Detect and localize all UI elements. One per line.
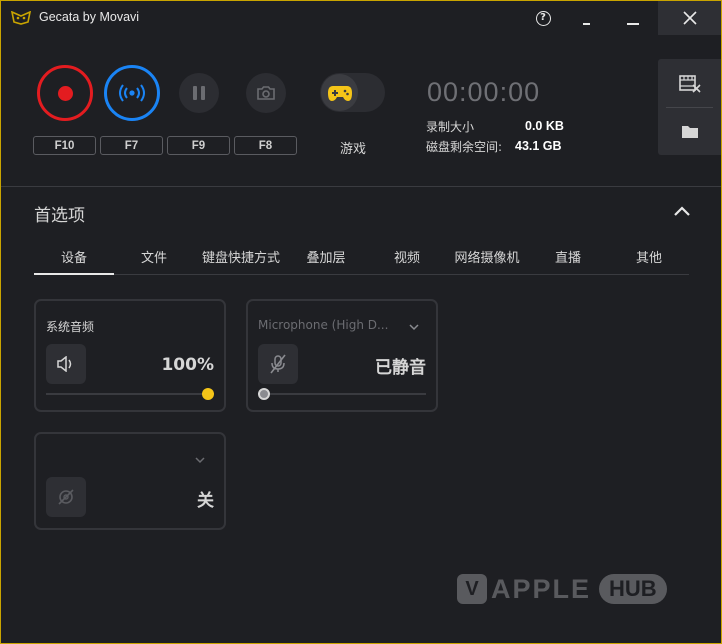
speaker-icon (57, 356, 72, 372)
screenshot-hotkey: F8 (234, 136, 297, 155)
game-mode-knob (321, 74, 358, 111)
record-button[interactable] (37, 65, 93, 121)
side-panel (658, 59, 721, 155)
preferences-title: 首选项 (34, 206, 85, 226)
pause-hotkey: F9 (167, 136, 230, 155)
stream-hotkey: F7 (100, 136, 163, 155)
help-circle-icon: ? (535, 10, 551, 26)
webcam-toggle-button[interactable] (46, 477, 86, 517)
tab-devices[interactable]: 设备 (34, 247, 114, 266)
stream-button[interactable] (104, 65, 160, 121)
applehub-watermark: V APPLE HUB (457, 572, 667, 606)
app-window: Gecata by Movavi ? F10 F7 F9 F8 游戏 00:00… (0, 0, 722, 644)
microphone-device-select[interactable]: Microphone (High D... (258, 318, 388, 332)
game-mode-toggle[interactable] (320, 73, 385, 112)
pause-button[interactable] (179, 73, 219, 113)
system-audio-volume: 100% (161, 355, 214, 375)
microphone-mute-button[interactable] (258, 344, 298, 384)
screenshot-button[interactable] (246, 73, 286, 113)
system-audio-label: 系统音频 (46, 320, 95, 334)
chevron-up-icon[interactable] (672, 203, 692, 219)
record-hotkey: F10 (33, 136, 96, 155)
gecata-logo-icon (11, 11, 31, 25)
active-tab-indicator (34, 273, 114, 275)
brand-mark: V (457, 574, 487, 604)
tab-overlay[interactable]: 叠加层 (286, 247, 366, 266)
minimize-to-tray-button[interactable] (566, 1, 606, 35)
chevron-down-icon[interactable] (195, 456, 205, 464)
brand-text: APPLE (491, 573, 592, 604)
video-edit-icon (679, 75, 701, 93)
tab-webcam[interactable]: 网络摄像机 (447, 247, 527, 266)
disk-free-label: 磁盘剩余空间: (426, 140, 503, 154)
video-edit-button[interactable] (678, 71, 702, 95)
open-folder-button[interactable] (678, 119, 702, 143)
system-audio-card: 系统音频 100% (34, 299, 226, 412)
tab-files[interactable]: 文件 (114, 247, 194, 266)
game-mode-label: 游戏 (340, 142, 367, 157)
minimize-button[interactable] (613, 1, 653, 35)
window-title: Gecata by Movavi (39, 10, 140, 24)
webcam-off-icon (58, 489, 74, 505)
pause-icon (193, 86, 205, 100)
microphone-slider[interactable] (258, 393, 426, 395)
help-button[interactable]: ? (523, 1, 563, 35)
microphone-card: Microphone (High D... 已静音 (246, 299, 438, 412)
disk-free-value: 43.1 GB (515, 139, 562, 153)
gamepad-icon (327, 85, 352, 101)
camera-icon (257, 86, 275, 100)
microphone-status: 已静音 (375, 358, 426, 378)
tab-other[interactable]: 其他 (609, 247, 689, 266)
system-audio-mute-button[interactable] (46, 344, 86, 384)
chevron-down-icon[interactable] (409, 323, 419, 331)
minimize-icon (582, 23, 590, 25)
close-button[interactable] (658, 1, 721, 35)
tab-video[interactable]: 视频 (367, 247, 447, 266)
webcam-status: 关 (197, 491, 214, 511)
rec-size-label: 录制大小 (426, 120, 475, 134)
tab-hotkeys[interactable]: 键盘快捷方式 (194, 247, 288, 266)
system-audio-slider-knob[interactable] (202, 388, 214, 400)
section-divider (1, 186, 721, 187)
close-icon (682, 11, 697, 25)
minimize-icon (627, 23, 639, 25)
microphone-muted-icon (270, 354, 286, 374)
rec-size-value: 0.0 KB (525, 119, 564, 133)
side-panel-separator (666, 107, 713, 108)
tab-streaming[interactable]: 直播 (528, 247, 608, 266)
tabs-baseline (34, 274, 689, 275)
record-icon (57, 85, 73, 101)
microphone-slider-knob[interactable] (258, 388, 270, 400)
title-bar: Gecata by Movavi ? (1, 1, 721, 35)
folder-icon (682, 125, 698, 138)
broadcast-icon (119, 84, 145, 102)
system-audio-slider[interactable] (46, 393, 214, 395)
webcam-card: 关 (34, 432, 226, 530)
brand-suffix: HUB (599, 574, 667, 604)
recording-timer: 00:00:00 (427, 77, 541, 107)
